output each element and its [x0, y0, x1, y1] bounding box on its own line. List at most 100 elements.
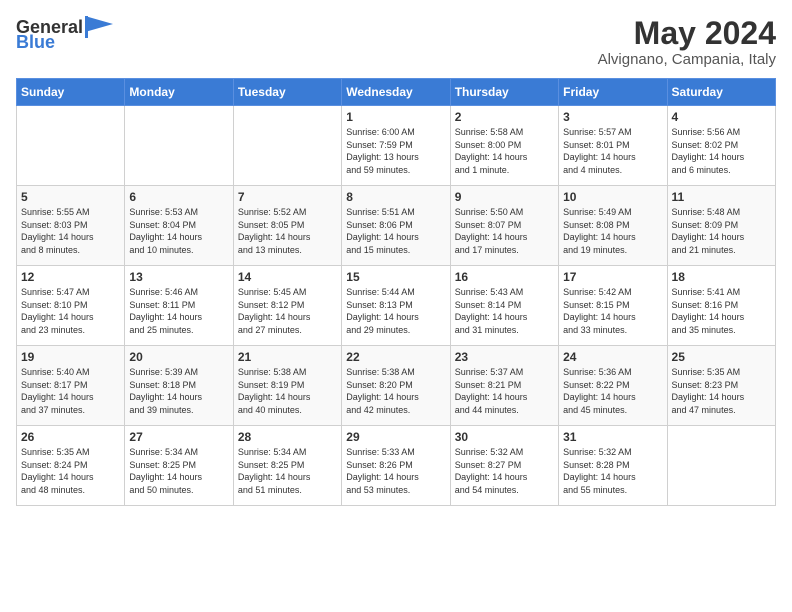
calendar-cell: 21 Sunrise: 5:38 AM Sunset: 8:19 PM Dayli… [233, 346, 341, 426]
calendar-header-row: SundayMondayTuesdayWednesdayThursdayFrid… [17, 79, 776, 106]
day-number: 10 [563, 190, 662, 204]
calendar-cell: 17 Sunrise: 5:42 AM Sunset: 8:15 PM Dayli… [559, 266, 667, 346]
day-number: 14 [238, 270, 337, 284]
day-number: 29 [346, 430, 445, 444]
calendar-cell: 7Sunrise: 5:52 AM Sunset: 8:05 PM Daylig… [233, 186, 341, 266]
calendar-cell: 24 Sunrise: 5:36 AM Sunset: 8:22 PM Dayli… [559, 346, 667, 426]
day-info: Sunrise: 5:46 AM Sunset: 8:11 PM Dayligh… [129, 286, 228, 336]
calendar-cell: 10 Sunrise: 5:49 AM Sunset: 8:08 PM Dayli… [559, 186, 667, 266]
location-subtitle: Alvignano, Campania, Italy [598, 51, 776, 68]
day-number: 27 [129, 430, 228, 444]
day-info: Sunrise: 5:49 AM Sunset: 8:08 PM Dayligh… [563, 206, 662, 256]
day-number: 19 [21, 350, 120, 364]
day-info: Sunrise: 5:57 AM Sunset: 8:01 PM Dayligh… [563, 126, 662, 176]
calendar-cell: 30 Sunrise: 5:32 AM Sunset: 8:27 PM Dayli… [450, 426, 558, 506]
calendar-cell: 8 Sunrise: 5:51 AM Sunset: 8:06 PM Daylig… [342, 186, 450, 266]
day-number: 8 [346, 190, 445, 204]
logo-flag-icon [85, 16, 113, 38]
day-number: 3 [563, 110, 662, 124]
calendar-cell: 15 Sunrise: 5:44 AM Sunset: 8:13 PM Dayli… [342, 266, 450, 346]
day-info: Sunrise: 5:56 AM Sunset: 8:02 PM Dayligh… [672, 126, 771, 176]
calendar-cell [17, 106, 125, 186]
day-info: Sunrise: 5:42 AM Sunset: 8:15 PM Dayligh… [563, 286, 662, 336]
day-header-monday: Monday [125, 79, 233, 106]
calendar-cell: 9 Sunrise: 5:50 AM Sunset: 8:07 PM Daylig… [450, 186, 558, 266]
day-number: 31 [563, 430, 662, 444]
day-info: Sunrise: 5:52 AM Sunset: 8:05 PM Dayligh… [238, 206, 337, 256]
calendar-cell: 14Sunrise: 5:45 AM Sunset: 8:12 PM Dayli… [233, 266, 341, 346]
calendar-week-1: 1 Sunrise: 6:00 AM Sunset: 7:59 PM Daylig… [17, 106, 776, 186]
calendar-cell: 6 Sunrise: 5:53 AM Sunset: 8:04 PM Daylig… [125, 186, 233, 266]
day-number: 18 [672, 270, 771, 284]
day-number: 25 [672, 350, 771, 364]
day-info: Sunrise: 5:44 AM Sunset: 8:13 PM Dayligh… [346, 286, 445, 336]
calendar-cell: 18 Sunrise: 5:41 AM Sunset: 8:16 PM Dayli… [667, 266, 775, 346]
calendar-cell [233, 106, 341, 186]
day-number: 17 [563, 270, 662, 284]
day-info: Sunrise: 5:41 AM Sunset: 8:16 PM Dayligh… [672, 286, 771, 336]
calendar-cell: 1 Sunrise: 6:00 AM Sunset: 7:59 PM Daylig… [342, 106, 450, 186]
calendar-week-2: 5Sunrise: 5:55 AM Sunset: 8:03 PM Daylig… [17, 186, 776, 266]
day-number: 21 [238, 350, 337, 364]
day-info: Sunrise: 5:37 AM Sunset: 8:21 PM Dayligh… [455, 366, 554, 416]
day-info: Sunrise: 5:40 AM Sunset: 8:17 PM Dayligh… [21, 366, 120, 416]
day-info: Sunrise: 5:43 AM Sunset: 8:14 PM Dayligh… [455, 286, 554, 336]
day-info: Sunrise: 5:32 AM Sunset: 8:28 PM Dayligh… [563, 446, 662, 496]
calendar-cell [125, 106, 233, 186]
day-number: 5 [21, 190, 120, 204]
day-number: 12 [21, 270, 120, 284]
day-number: 26 [21, 430, 120, 444]
day-info: Sunrise: 5:50 AM Sunset: 8:07 PM Dayligh… [455, 206, 554, 256]
day-number: 9 [455, 190, 554, 204]
day-header-friday: Friday [559, 79, 667, 106]
day-number: 30 [455, 430, 554, 444]
calendar-cell: 28 Sunrise: 5:34 AM Sunset: 8:25 PM Dayli… [233, 426, 341, 506]
calendar-cell: 26 Sunrise: 5:35 AM Sunset: 8:24 PM Dayli… [17, 426, 125, 506]
day-info: Sunrise: 5:58 AM Sunset: 8:00 PM Dayligh… [455, 126, 554, 176]
calendar-week-4: 19 Sunrise: 5:40 AM Sunset: 8:17 PM Dayli… [17, 346, 776, 426]
day-header-sunday: Sunday [17, 79, 125, 106]
day-info: Sunrise: 6:00 AM Sunset: 7:59 PM Dayligh… [346, 126, 445, 176]
title-section: May 2024 Alvignano, Campania, Italy [598, 16, 776, 68]
calendar-cell: 29 Sunrise: 5:33 AM Sunset: 8:26 PM Dayli… [342, 426, 450, 506]
day-header-wednesday: Wednesday [342, 79, 450, 106]
page-header: General Blue May 2024 Alvignano, Campani… [16, 16, 776, 68]
calendar-week-3: 12 Sunrise: 5:47 AM Sunset: 8:10 PM Dayli… [17, 266, 776, 346]
day-info: Sunrise: 5:34 AM Sunset: 8:25 PM Dayligh… [238, 446, 337, 496]
day-number: 13 [129, 270, 228, 284]
logo-blue: Blue [16, 32, 55, 53]
day-info: Sunrise: 5:35 AM Sunset: 8:23 PM Dayligh… [672, 366, 771, 416]
day-number: 16 [455, 270, 554, 284]
day-number: 4 [672, 110, 771, 124]
calendar-cell: 19 Sunrise: 5:40 AM Sunset: 8:17 PM Dayli… [17, 346, 125, 426]
day-number: 28 [238, 430, 337, 444]
day-number: 11 [672, 190, 771, 204]
calendar-cell: 20Sunrise: 5:39 AM Sunset: 8:18 PM Dayli… [125, 346, 233, 426]
day-number: 20 [129, 350, 228, 364]
calendar-cell: 4 Sunrise: 5:56 AM Sunset: 8:02 PM Daylig… [667, 106, 775, 186]
calendar-cell: 16 Sunrise: 5:43 AM Sunset: 8:14 PM Dayli… [450, 266, 558, 346]
day-info: Sunrise: 5:47 AM Sunset: 8:10 PM Dayligh… [21, 286, 120, 336]
day-info: Sunrise: 5:51 AM Sunset: 8:06 PM Dayligh… [346, 206, 445, 256]
day-info: Sunrise: 5:38 AM Sunset: 8:20 PM Dayligh… [346, 366, 445, 416]
calendar-cell: 22Sunrise: 5:38 AM Sunset: 8:20 PM Dayli… [342, 346, 450, 426]
day-info: Sunrise: 5:38 AM Sunset: 8:19 PM Dayligh… [238, 366, 337, 416]
day-info: Sunrise: 5:36 AM Sunset: 8:22 PM Dayligh… [563, 366, 662, 416]
day-header-tuesday: Tuesday [233, 79, 341, 106]
calendar-cell: 31 Sunrise: 5:32 AM Sunset: 8:28 PM Dayli… [559, 426, 667, 506]
day-number: 24 [563, 350, 662, 364]
day-info: Sunrise: 5:35 AM Sunset: 8:24 PM Dayligh… [21, 446, 120, 496]
calendar-cell: 23Sunrise: 5:37 AM Sunset: 8:21 PM Dayli… [450, 346, 558, 426]
day-number: 15 [346, 270, 445, 284]
day-info: Sunrise: 5:34 AM Sunset: 8:25 PM Dayligh… [129, 446, 228, 496]
calendar-cell: 11Sunrise: 5:48 AM Sunset: 8:09 PM Dayli… [667, 186, 775, 266]
calendar-cell [667, 426, 775, 506]
day-number: 6 [129, 190, 228, 204]
day-info: Sunrise: 5:33 AM Sunset: 8:26 PM Dayligh… [346, 446, 445, 496]
day-number: 1 [346, 110, 445, 124]
logo: General Blue [16, 16, 113, 53]
calendar-cell: 3 Sunrise: 5:57 AM Sunset: 8:01 PM Daylig… [559, 106, 667, 186]
day-info: Sunrise: 5:53 AM Sunset: 8:04 PM Dayligh… [129, 206, 228, 256]
day-info: Sunrise: 5:32 AM Sunset: 8:27 PM Dayligh… [455, 446, 554, 496]
calendar-table: SundayMondayTuesdayWednesdayThursdayFrid… [16, 78, 776, 506]
